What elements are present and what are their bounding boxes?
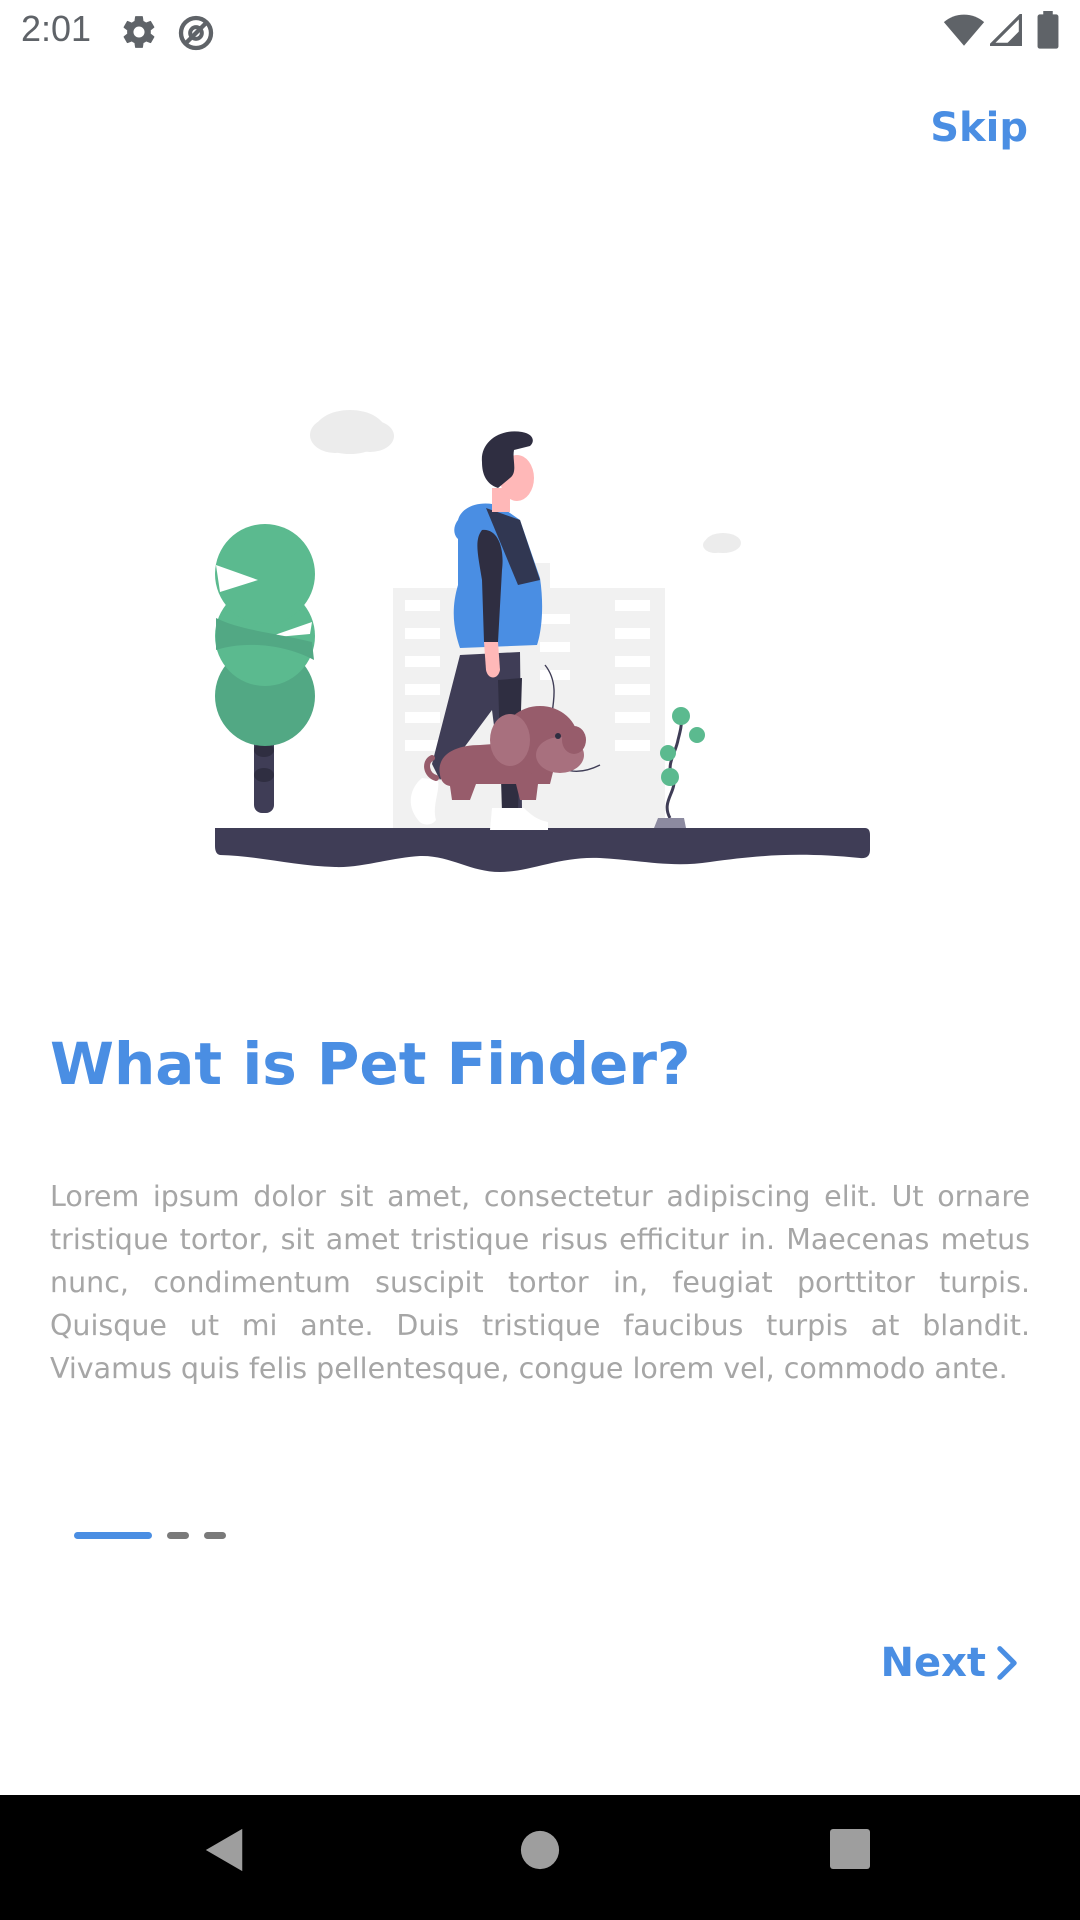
home-icon[interactable]	[519, 1829, 561, 1871]
next-button-label: Next	[880, 1640, 986, 1686]
signal-icon	[990, 14, 1022, 46]
page-indicator-dot-active	[74, 1532, 152, 1539]
chevron-right-icon	[997, 1646, 1017, 1680]
no-sim-icon	[178, 15, 214, 51]
page-indicator-dot	[167, 1532, 189, 1539]
person-walking-dog-illustration	[215, 410, 870, 872]
page-title: What is Pet Finder?	[50, 1030, 691, 1098]
page-description: Lorem ipsum dolor sit amet, consectetur …	[50, 1180, 1030, 1385]
status-time: 2:01	[21, 8, 92, 49]
gear-icon	[123, 16, 155, 48]
next-button[interactable]: Next	[880, 1640, 1018, 1686]
recents-icon[interactable]	[830, 1829, 870, 1869]
status-bar: 2:01	[0, 0, 1080, 63]
battery-icon	[1037, 11, 1059, 49]
page-indicator-dot	[204, 1532, 226, 1539]
back-icon[interactable]	[203, 1827, 247, 1873]
navigation-bar	[0, 1795, 1080, 1920]
skip-button[interactable]: Skip	[930, 105, 1028, 151]
wifi-icon	[943, 14, 985, 46]
